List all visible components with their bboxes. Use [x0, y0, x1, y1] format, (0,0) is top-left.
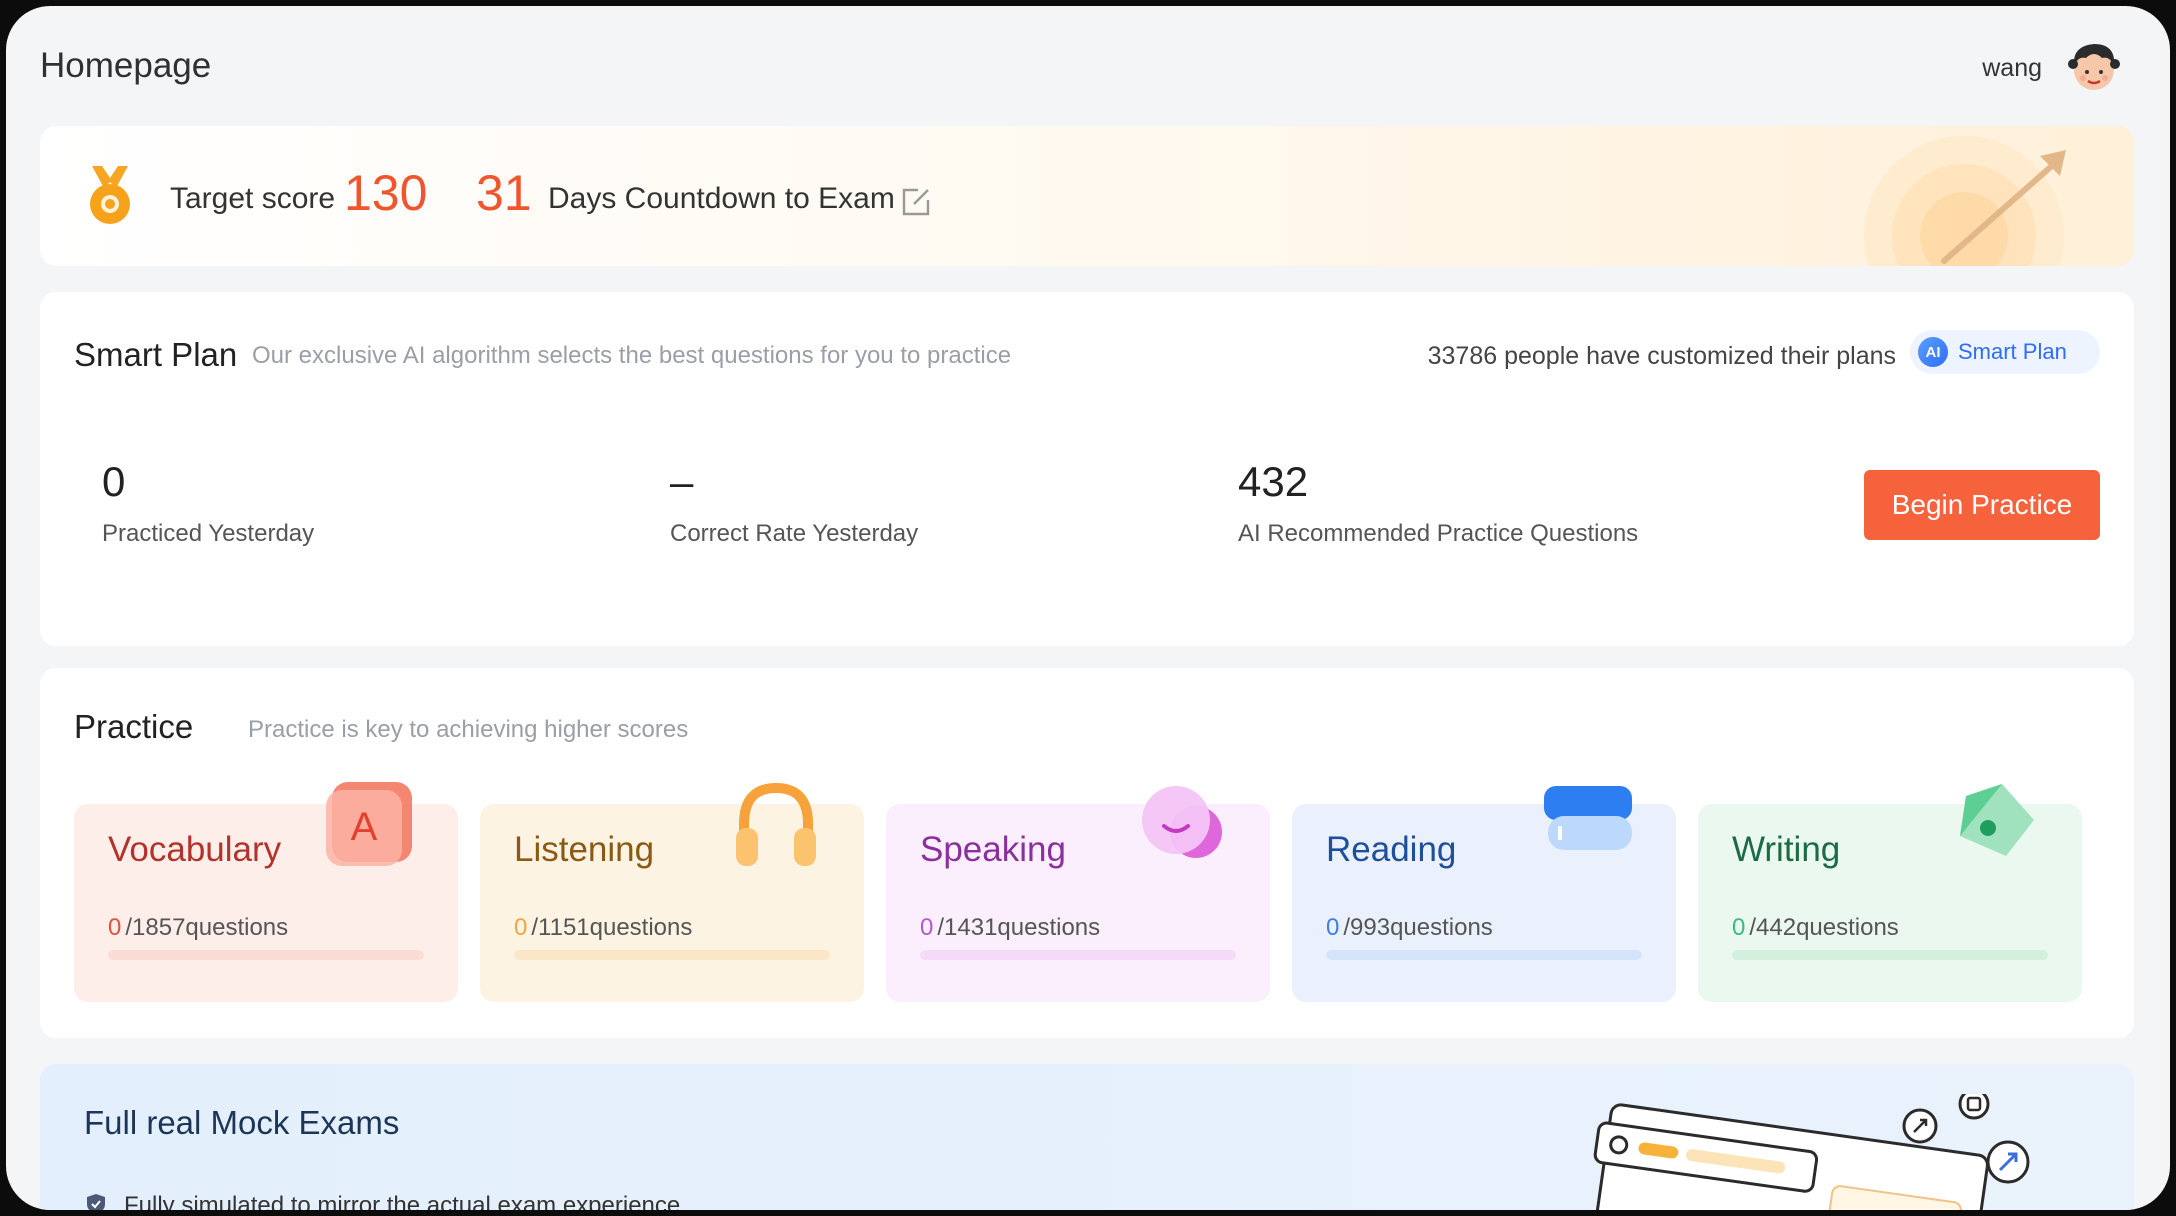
- practice-tile-total: /1857questions: [125, 914, 289, 941]
- practice-tile-name: Reading: [1326, 830, 1457, 869]
- mock-exam-illustration: [1593, 1094, 2030, 1210]
- practice-tile-done: 0: [920, 914, 934, 941]
- stat-value: –: [670, 458, 694, 505]
- smart-plan-badge[interactable]: AI Smart Plan: [1910, 330, 2100, 374]
- book-icon: [1540, 776, 1636, 872]
- practice-tile-vocabulary[interactable]: Vocabulary 0/1857questions A: [74, 782, 458, 1002]
- practice-tile-total: /1431questions: [937, 914, 1101, 941]
- begin-practice-button[interactable]: Begin Practice: [1864, 470, 2100, 540]
- avatar[interactable]: [2064, 36, 2124, 96]
- practice-tile-total: /1151questions: [531, 914, 693, 941]
- practice-progress-bar: [920, 950, 1236, 960]
- medal-icon: [90, 166, 130, 224]
- practice-tile-listening[interactable]: Listening 0/1151questions: [480, 782, 864, 1002]
- practice-progress-bar: [1326, 950, 1642, 960]
- practice-tile-total: /442questions: [1749, 914, 1899, 941]
- practice-tile-count: 0/1431questions: [920, 914, 1100, 942]
- practice-tile-total: /993questions: [1343, 914, 1493, 941]
- practice-progress-bar: [514, 950, 830, 960]
- stat-label: AI Recommended Practice Questions: [1238, 520, 1639, 547]
- plan-customized-count: 33786 people have customized their plans: [1427, 342, 1896, 370]
- practice-tile-count: 0/442questions: [1732, 914, 1899, 942]
- days-countdown-value: 31: [476, 165, 532, 221]
- stat-value: 432: [1238, 458, 1309, 505]
- chat-bubble-icon: [1134, 776, 1230, 872]
- page-title: Homepage: [40, 46, 212, 85]
- stat-practiced-yesterday: 0 Practiced Yesterday: [102, 458, 314, 548]
- header: Homepage wang: [6, 6, 2170, 126]
- practice-progress-bar: [108, 950, 424, 960]
- smart-plan-title: Smart Plan: [74, 336, 238, 373]
- practice-tile-done: 0: [108, 914, 122, 941]
- shield-icon: [87, 1194, 105, 1210]
- app-window: Homepage wang Target score 130 31 Days C…: [6, 6, 2170, 1210]
- practice-tile-name: Listening: [514, 830, 655, 869]
- edit-icon[interactable]: [900, 186, 932, 218]
- mock-exams-title: Full real Mock Exams: [84, 1104, 400, 1141]
- mock-exams-subtitle: Fully simulated to mirror the actual exa…: [124, 1192, 681, 1210]
- practice-card: Practice Practice is key to achieving hi…: [40, 668, 2134, 1038]
- smart-plan-card: Smart Plan Our exclusive AI algorithm se…: [40, 292, 2134, 646]
- days-countdown-label: Days Countdown to Exam: [548, 182, 895, 215]
- letter-a-icon: A: [322, 776, 418, 872]
- stat-label: Correct Rate Yesterday: [670, 520, 919, 547]
- svg-text:A: A: [351, 805, 378, 849]
- stat-value: 0: [102, 458, 126, 505]
- practice-tile-done: 0: [1732, 914, 1746, 941]
- practice-title: Practice: [74, 708, 194, 745]
- pen-nib-icon: [1946, 776, 2042, 872]
- target-score-value: 130: [344, 165, 428, 221]
- practice-tile-name: Writing: [1732, 830, 1841, 869]
- practice-tile-reading[interactable]: Reading 0/993questions: [1292, 786, 1676, 1002]
- practice-tile-name: Vocabulary: [108, 830, 282, 869]
- practice-tile-count: 0/1857questions: [108, 914, 288, 942]
- user-name[interactable]: wang: [1982, 54, 2042, 83]
- headphones-icon: [728, 776, 824, 872]
- mock-exams-card[interactable]: Full real Mock Exams Fully simulated to …: [40, 1064, 2134, 1210]
- practice-tile-writing[interactable]: Writing 0/442questions: [1698, 784, 2082, 1002]
- stat-label: Practiced Yesterday: [102, 520, 315, 547]
- stat-correct-rate: – Correct Rate Yesterday: [670, 458, 918, 548]
- practice-progress-bar: [1732, 950, 2048, 960]
- dart-target-icon: [1864, 136, 2066, 266]
- practice-subtitle: Practice is key to achieving higher scor…: [248, 716, 689, 743]
- target-banner: Target score 130 31 Days Countdown to Ex…: [40, 126, 2134, 266]
- practice-tile-done: 0: [1326, 914, 1340, 941]
- practice-tile-count: 0/993questions: [1326, 914, 1493, 942]
- smart-plan-badge-label: Smart Plan: [1958, 339, 2067, 364]
- smart-plan-subtitle: Our exclusive AI algorithm selects the b…: [252, 342, 1012, 369]
- practice-tile-name: Speaking: [920, 830, 1066, 869]
- ai-icon: AI: [1918, 337, 1948, 367]
- practice-tile-count: 0/1151questions: [514, 914, 692, 942]
- stat-ai-recommended: 432 AI Recommended Practice Questions: [1238, 458, 1638, 548]
- practice-tile-speaking[interactable]: Speaking 0/1431questions: [886, 786, 1270, 1002]
- practice-tile-done: 0: [514, 914, 528, 941]
- target-score-label: Target score: [170, 182, 336, 215]
